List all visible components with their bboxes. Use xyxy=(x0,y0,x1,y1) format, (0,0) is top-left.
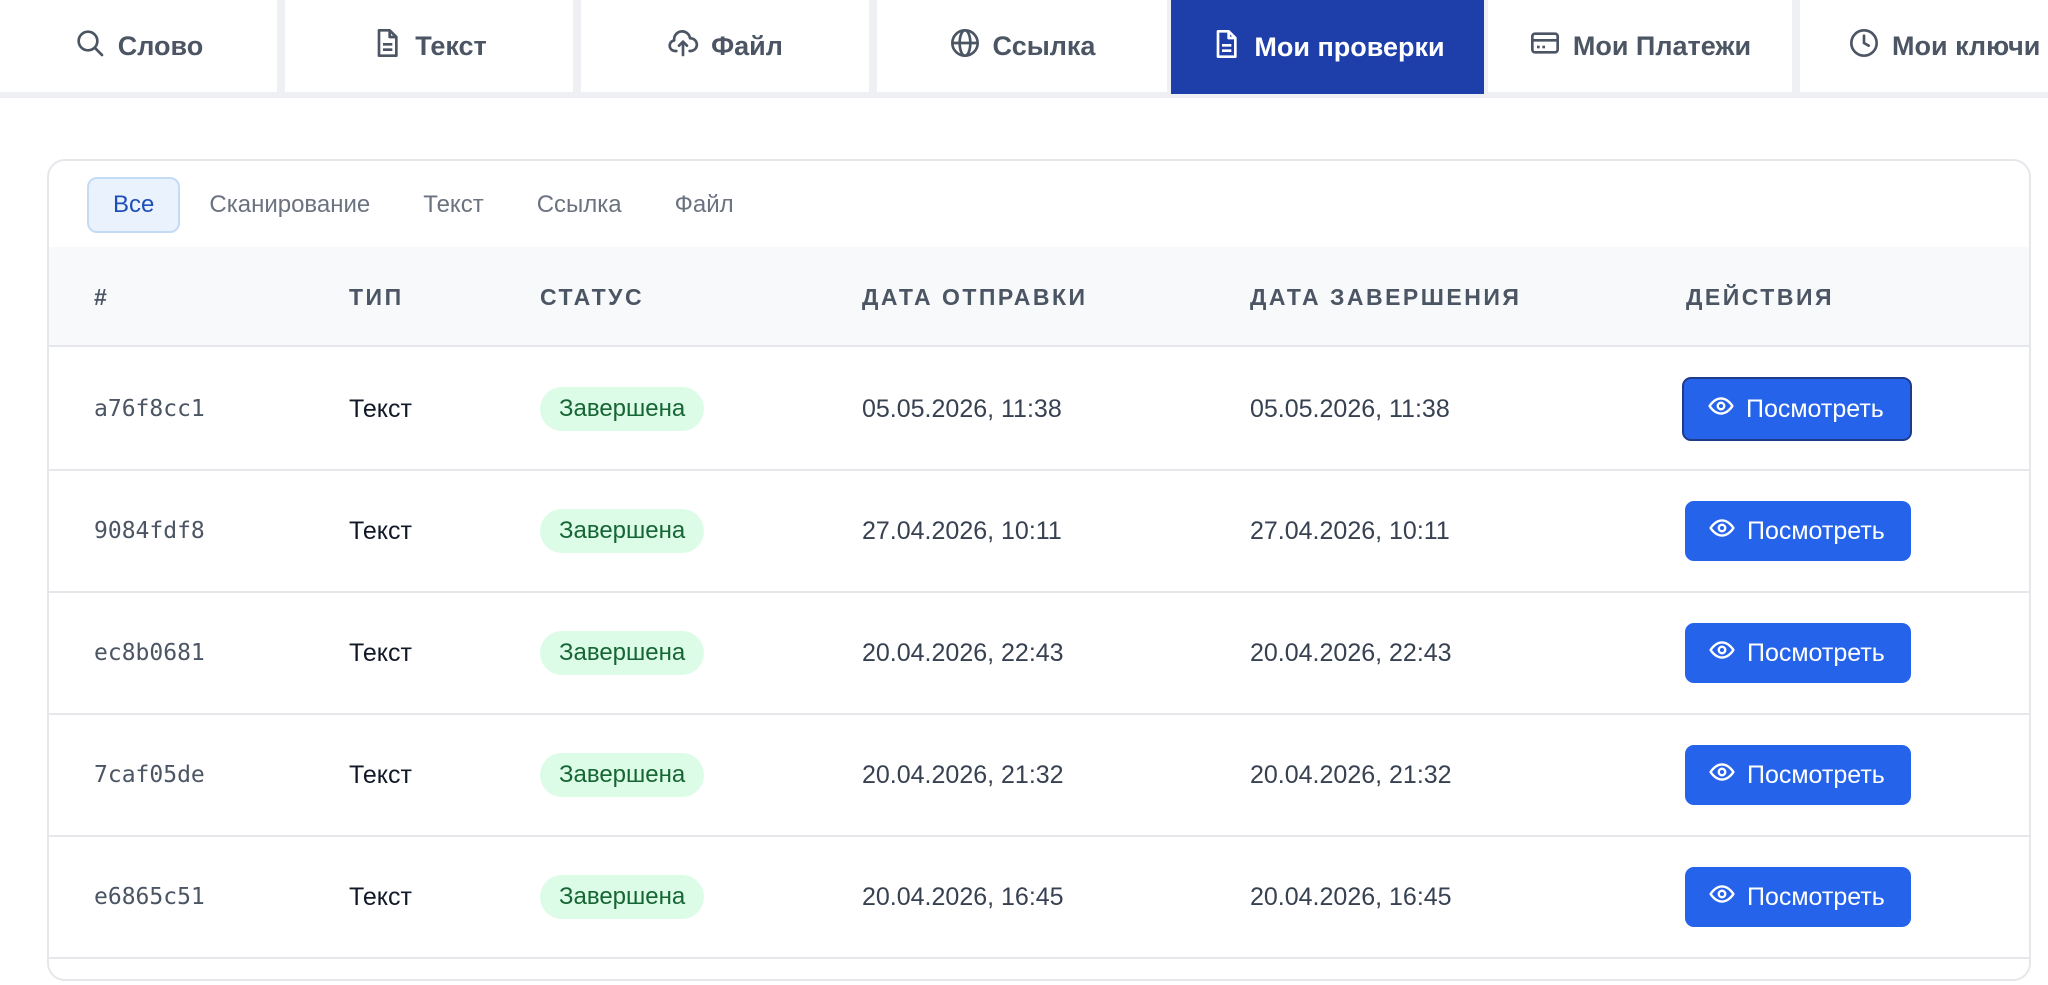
eye-icon xyxy=(1709,881,1735,914)
tab-link[interactable]: Ссылка xyxy=(877,0,1167,92)
view-button-label: Посмотреть xyxy=(1747,882,1885,911)
tab-label: Файл xyxy=(711,30,783,61)
view-button[interactable]: Посмотреть xyxy=(1685,501,1911,561)
search-icon xyxy=(74,27,106,66)
eye-icon xyxy=(1709,759,1735,792)
tab-label: Ссылка xyxy=(992,30,1096,61)
header-completed-date: ДАТА ЗАВЕРШЕНИЯ xyxy=(1250,283,1522,310)
header-sent-date: ДАТА ОТПРАВКИ xyxy=(862,283,1088,310)
table-row: ec8b0681 Текст Завершена 20.04.2026, 22:… xyxy=(49,593,2029,715)
completed-date: 20.04.2026, 22:43 xyxy=(1250,638,1452,667)
check-id: a76f8cc1 xyxy=(94,396,205,422)
filter-pills: Все Сканирование Текст Ссылка Файл xyxy=(87,177,763,233)
completed-date: 20.04.2026, 16:45 xyxy=(1250,882,1452,911)
sent-date: 20.04.2026, 22:43 xyxy=(862,638,1064,667)
check-type: Текст xyxy=(349,882,412,911)
main-tab-bar: Слово Текст Файл Ссылка Мои проверки Мои… xyxy=(0,0,2048,98)
status-badge: Завершена xyxy=(540,631,705,675)
tab-label: Мои Платежи xyxy=(1572,30,1752,61)
status-badge: Завершена xyxy=(540,509,705,553)
tab-text[interactable]: Текст xyxy=(285,0,573,92)
table-row: a76f8cc1 Текст Завершена 05.05.2026, 11:… xyxy=(49,349,2029,471)
header-status: СТАТУС xyxy=(540,283,645,310)
eye-icon xyxy=(1709,637,1735,670)
completed-date: 20.04.2026, 21:32 xyxy=(1250,760,1452,789)
globe-icon xyxy=(949,27,981,66)
view-button-label: Посмотреть xyxy=(1747,760,1885,789)
document-icon xyxy=(1210,28,1242,67)
view-button-label: Посмотреть xyxy=(1746,394,1884,423)
check-type: Текст xyxy=(349,516,412,545)
table-row: e6865c51 Текст Завершена 20.04.2026, 16:… xyxy=(49,837,2029,959)
header-type: ТИП xyxy=(349,283,404,310)
sent-date: 05.05.2026, 11:38 xyxy=(862,394,1062,423)
tab-label: Текст xyxy=(415,30,487,61)
check-id: 7caf05de xyxy=(94,762,205,788)
table-header: # ТИП СТАТУС ДАТА ОТПРАВКИ ДАТА ЗАВЕРШЕН… xyxy=(49,247,2029,347)
tab-file[interactable]: Файл xyxy=(581,0,869,92)
tab-my-keys[interactable]: Мои ключи xyxy=(1800,0,2048,92)
tab-my-payments[interactable]: Мои Платежи xyxy=(1488,0,1792,92)
header-actions: ДЕЙСТВИЯ xyxy=(1686,283,1835,310)
cloud-upload-icon xyxy=(667,27,699,66)
filter-all[interactable]: Все xyxy=(87,177,181,233)
tab-my-checks[interactable]: Мои проверки xyxy=(1171,0,1484,94)
filter-text[interactable]: Текст xyxy=(399,177,507,233)
status-badge: Завершена xyxy=(540,875,705,919)
table-row: 9084fdf8 Текст Завершена 27.04.2026, 10:… xyxy=(49,471,2029,593)
status-badge: Завершена xyxy=(540,387,705,431)
document-icon xyxy=(371,27,403,66)
eye-icon xyxy=(1708,393,1734,426)
tab-label: Слово xyxy=(117,30,204,61)
checks-card: Все Сканирование Текст Ссылка Файл # ТИП… xyxy=(47,159,2031,981)
filter-link[interactable]: Ссылка xyxy=(513,177,646,233)
header-id: # xyxy=(94,283,110,310)
completed-date: 27.04.2026, 10:11 xyxy=(1250,516,1450,545)
check-id: 9084fdf8 xyxy=(94,518,205,544)
eye-icon xyxy=(1709,515,1735,548)
clock-icon xyxy=(1848,27,1880,66)
filter-file[interactable]: Файл xyxy=(651,177,758,233)
sent-date: 20.04.2026, 21:32 xyxy=(862,760,1064,789)
view-button[interactable]: Посмотреть xyxy=(1685,623,1911,683)
view-button[interactable]: Посмотреть xyxy=(1685,745,1911,805)
completed-date: 05.05.2026, 11:38 xyxy=(1250,394,1450,423)
filter-scan[interactable]: Сканирование xyxy=(185,177,394,233)
view-button[interactable]: Посмотреть xyxy=(1682,377,1912,441)
check-id: e6865c51 xyxy=(94,884,205,910)
view-button[interactable]: Посмотреть xyxy=(1685,867,1911,927)
check-type: Текст xyxy=(349,638,412,667)
status-badge: Завершена xyxy=(540,753,705,797)
table-row: 7caf05de Текст Завершена 20.04.2026, 21:… xyxy=(49,715,2029,837)
tab-label: Мои ключи xyxy=(1892,30,2041,61)
credit-card-icon xyxy=(1529,27,1561,66)
tab-word[interactable]: Слово xyxy=(0,0,277,92)
tab-label: Мои проверки xyxy=(1254,31,1445,62)
check-type: Текст xyxy=(349,760,412,789)
view-button-label: Посмотреть xyxy=(1747,638,1885,667)
check-type: Текст xyxy=(349,394,412,423)
sent-date: 27.04.2026, 10:11 xyxy=(862,516,1062,545)
check-id: ec8b0681 xyxy=(94,640,205,666)
sent-date: 20.04.2026, 16:45 xyxy=(862,882,1064,911)
view-button-label: Посмотреть xyxy=(1747,516,1885,545)
